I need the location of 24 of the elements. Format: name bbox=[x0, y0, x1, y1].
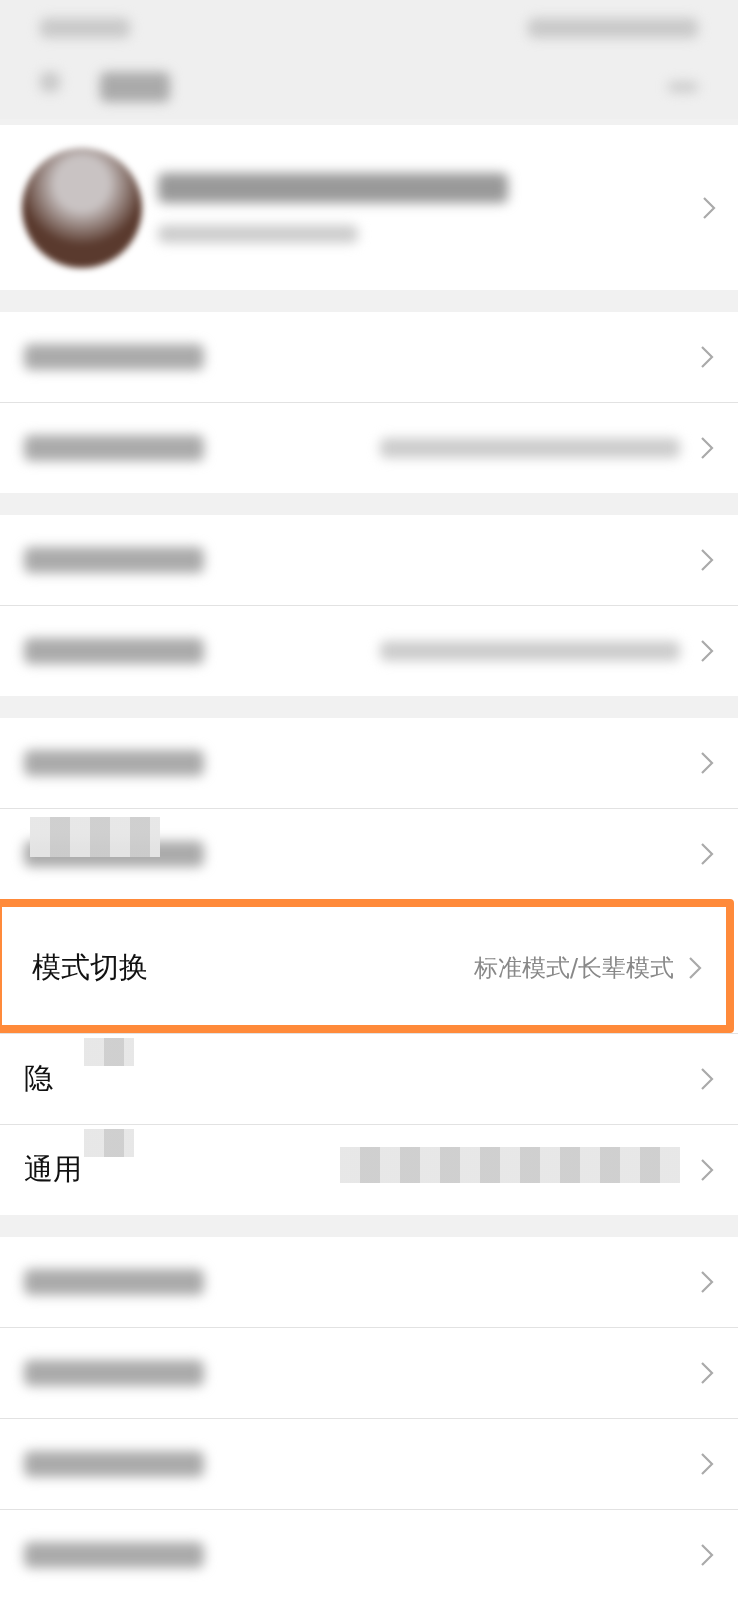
chevron-icon bbox=[700, 1067, 714, 1091]
chevron-icon bbox=[700, 345, 714, 369]
chevron-icon bbox=[700, 1361, 714, 1385]
blurred-text bbox=[40, 72, 60, 93]
row-value: 标准模式/长辈模式 bbox=[473, 953, 674, 984]
chevron-icon bbox=[700, 842, 714, 866]
avatar[interactable] bbox=[22, 147, 142, 268]
settings-row[interactable]: 模式切换 标准模式/长辈模式 bbox=[8, 923, 726, 1013]
settings-row[interactable]: 隐 bbox=[0, 1033, 738, 1124]
chevron-icon bbox=[700, 548, 714, 572]
row-label: 模式切换 bbox=[32, 949, 148, 986]
settings-row[interactable]: 通用 bbox=[0, 1124, 738, 1215]
chevron-icon bbox=[700, 751, 714, 775]
row-label: 隐 bbox=[24, 1060, 53, 1097]
chevron-icon bbox=[700, 436, 714, 460]
chevron-icon bbox=[700, 1158, 714, 1182]
row-label: 通用 bbox=[24, 1151, 82, 1188]
chevron-icon bbox=[700, 1452, 714, 1476]
chevron-icon bbox=[688, 956, 702, 980]
chevron-icon bbox=[702, 195, 716, 220]
blurred-text bbox=[100, 72, 170, 103]
chevron-icon bbox=[700, 639, 714, 663]
chevron-icon bbox=[700, 1543, 714, 1567]
chevron-icon bbox=[700, 1270, 714, 1294]
